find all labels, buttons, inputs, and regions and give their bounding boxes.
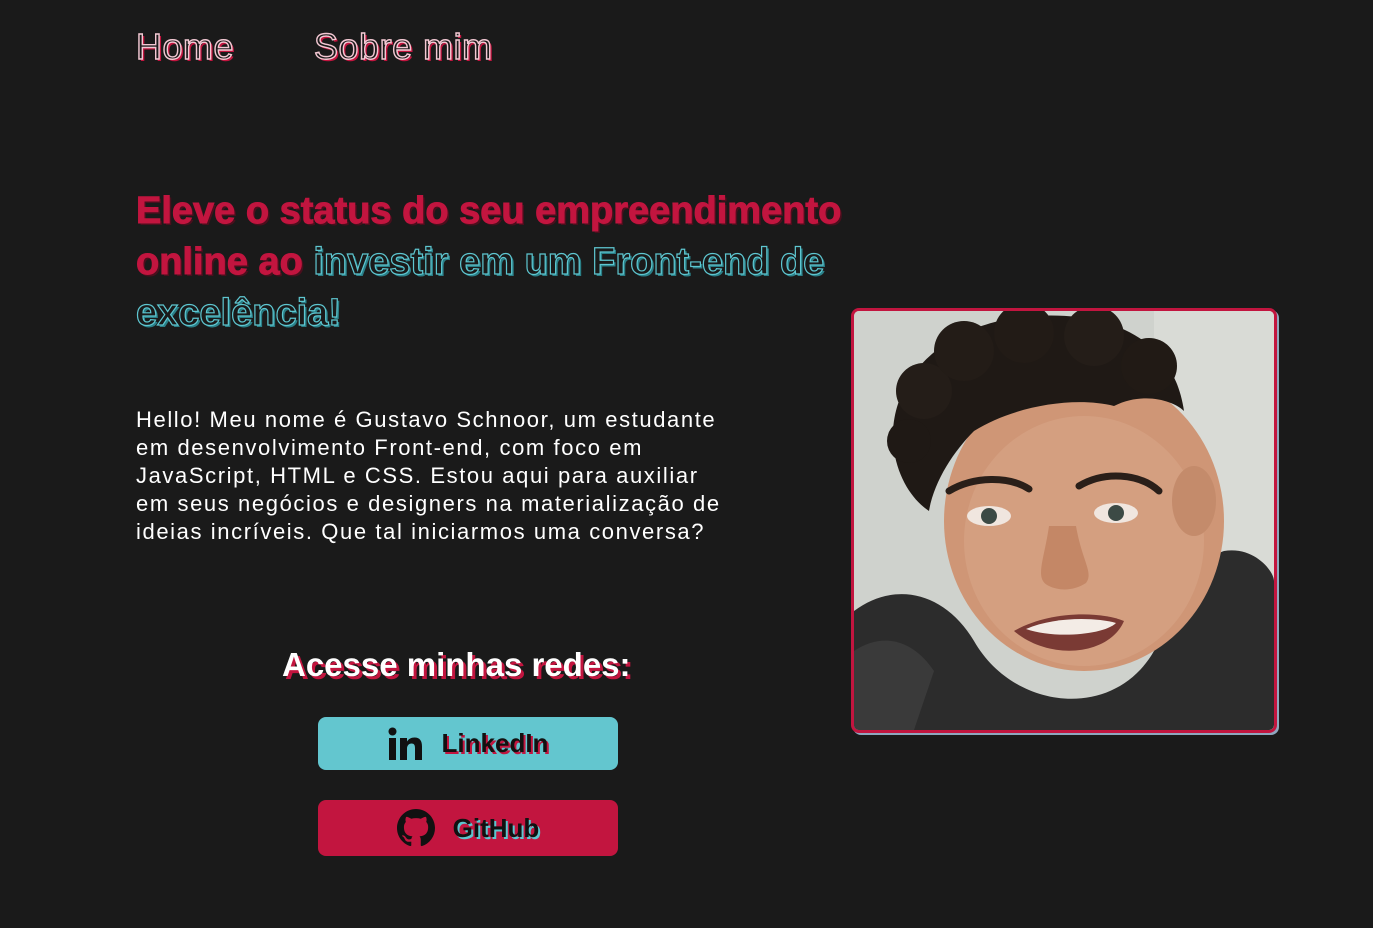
top-nav: Home Sobre mim [135, 25, 492, 68]
linkedin-label: LinkedIn [441, 728, 549, 758]
hero-headline: Eleve o status do seu empreendimento onl… [135, 186, 956, 339]
intro-paragraph: Hello! Meu nome é Gustavo Schnoor, um es… [136, 407, 721, 544]
profile-photo [851, 308, 1277, 733]
profile-photo-image [854, 311, 1274, 730]
github-button[interactable]: GitHub [318, 800, 618, 856]
nav-about-link[interactable]: Sobre mim [313, 25, 492, 68]
linkedin-button[interactable]: LinkedIn [318, 717, 618, 770]
linkedin-icon [388, 727, 424, 761]
nav-home-link[interactable]: Home [135, 25, 234, 68]
github-icon [396, 809, 435, 847]
page: Home Sobre mim Eleve o status do seu emp… [0, 0, 1373, 928]
github-label: GitHub [452, 812, 540, 843]
social-title: Acesse minhas redes: [282, 646, 631, 683]
